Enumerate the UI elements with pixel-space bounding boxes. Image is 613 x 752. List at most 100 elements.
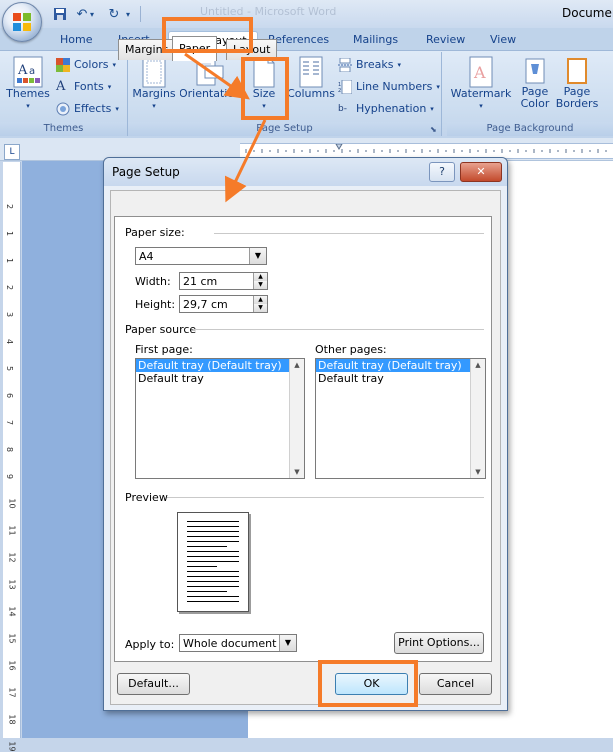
width-label: Width: <box>135 275 171 288</box>
print-options-button[interactable]: Print Options... <box>394 632 484 654</box>
size-icon <box>253 56 275 88</box>
office-logo-icon <box>13 13 31 31</box>
scroll-down-icon[interactable]: ▼ <box>290 466 304 478</box>
columns-button[interactable]: Columns <box>287 56 335 100</box>
width-field[interactable]: 21 cm ▲ ▼ <box>179 272 268 290</box>
tab-home[interactable]: Home <box>50 31 102 49</box>
scroll-up-icon[interactable]: ▲ <box>290 359 304 371</box>
tab-mailings[interactable]: Mailings <box>343 31 408 49</box>
ruler-number: 12 <box>7 552 17 563</box>
preview-text-line <box>187 586 239 587</box>
ruler-number: 11 <box>7 525 17 536</box>
ok-button[interactable]: OK <box>335 673 408 695</box>
paper-size-select[interactable]: A4 ▼ <box>135 247 267 265</box>
themes-button[interactable]: A a Themes ▾ <box>6 56 50 112</box>
effects-button[interactable]: Effects ▾ <box>56 99 119 119</box>
apply-to-select[interactable]: Whole document ▼ <box>179 634 297 652</box>
ruler-number: 1 <box>5 257 15 264</box>
hyphenation-button[interactable]: b- Hyphenation ▾ <box>338 99 434 119</box>
chevron-down-icon[interactable]: ▼ <box>249 248 266 264</box>
margins-dropdown-icon: ▾ <box>152 102 156 110</box>
orientation-button[interactable]: Orientation <box>180 56 240 100</box>
tab-review[interactable]: Review <box>416 31 475 49</box>
chevron-down-icon[interactable]: ▼ <box>279 635 296 651</box>
scroll-up-icon[interactable]: ▲ <box>471 359 485 371</box>
scrollbar[interactable]: ▲ ▼ <box>470 359 485 478</box>
other-pages-list[interactable]: Default tray (Default tray) Default tray… <box>315 358 486 479</box>
orientation-label: Orientation <box>180 87 240 100</box>
list-item[interactable]: Default tray <box>316 372 485 385</box>
spin-up-icon[interactable]: ▲ <box>253 296 267 304</box>
preview-text-line <box>187 546 227 547</box>
ruler-number: 9 <box>5 473 15 480</box>
breaks-button[interactable]: Breaks ▾ <box>338 55 401 75</box>
horizontal-ruler-ticks <box>245 143 607 153</box>
line-numbers-dropdown-icon: ▾ <box>436 83 440 91</box>
list-item[interactable]: Default tray (Default tray) <box>316 359 485 372</box>
undo-dropdown-icon[interactable]: ▾ <box>88 6 96 22</box>
list-item[interactable]: Default tray (Default tray) <box>136 359 304 372</box>
ruler-number: 7 <box>5 419 15 426</box>
themes-dropdown-icon: ▾ <box>26 102 30 110</box>
help-button[interactable]: ? <box>429 162 455 182</box>
width-value: 21 cm <box>183 275 218 288</box>
ruler-number: 2 <box>5 284 15 291</box>
line-numbers-button[interactable]: 12 Line Numbers ▾ <box>338 77 440 97</box>
size-button[interactable]: Size ▾ <box>245 56 283 112</box>
margins-button[interactable]: Margins ▾ <box>131 56 177 112</box>
page-color-button[interactable]: Page Color <box>515 56 555 110</box>
ruler-number: 19 <box>7 741 17 752</box>
page-borders-label-2: Borders <box>555 97 599 110</box>
preview-text-line <box>187 541 239 542</box>
paper-size-label: Paper size: <box>125 226 185 239</box>
preview-text-line <box>187 576 239 577</box>
save-icon[interactable] <box>52 6 68 22</box>
page-setup-dialog-launcher-icon[interactable]: ⬊ <box>430 125 439 134</box>
dialog-tab-paper[interactable]: Paper <box>172 36 218 61</box>
window-title: Document <box>562 6 613 20</box>
svg-text:2: 2 <box>338 88 341 94</box>
preview-page <box>177 512 249 612</box>
customize-qat-icon[interactable]: ▾ <box>124 6 132 22</box>
colors-button[interactable]: Colors ▾ <box>56 55 116 75</box>
colors-dropdown-icon: ▾ <box>112 61 116 69</box>
preview-text-line <box>187 581 239 582</box>
list-item[interactable]: Default tray <box>136 372 304 385</box>
ruler-number: 2 <box>5 203 15 210</box>
spin-down-icon[interactable]: ▼ <box>253 281 267 289</box>
preview-text-line <box>187 521 239 522</box>
preview-text-line <box>187 536 239 537</box>
close-button[interactable]: ✕ <box>460 162 502 182</box>
ruler-number: 10 <box>7 498 17 509</box>
page-borders-button[interactable]: Page Borders <box>556 56 598 110</box>
line-numbers-label: Line Numbers <box>356 80 433 93</box>
redo-icon[interactable]: ↻ <box>106 6 122 22</box>
line-numbers-icon: 12 <box>338 80 352 94</box>
preview-text-line <box>187 596 239 597</box>
spin-up-icon[interactable]: ▲ <box>253 273 267 281</box>
fonts-button[interactable]: A Fonts ▾ <box>56 77 111 97</box>
svg-text:A: A <box>473 63 486 82</box>
dialog-title: Page Setup <box>112 165 180 179</box>
scrollbar[interactable]: ▲ ▼ <box>289 359 304 478</box>
scroll-down-icon[interactable]: ▼ <box>471 466 485 478</box>
preview-text-line <box>187 591 227 592</box>
ruler-number: 14 <box>7 606 17 617</box>
vertical-ruler[interactable]: 2 1 1 2 3 4 5 6 7 8 9 10 11 12 13 14 15 16 17 18 19 <box>3 162 21 752</box>
breaks-icon <box>338 58 352 72</box>
dialog-tab-layout[interactable]: Layout <box>226 39 278 60</box>
tab-view[interactable]: View <box>480 31 526 49</box>
watermark-button[interactable]: A Watermark ▾ <box>450 56 512 112</box>
default-button[interactable]: Default... <box>117 673 190 695</box>
spin-down-icon[interactable]: ▼ <box>253 304 267 312</box>
tab-selector-icon[interactable]: L <box>4 144 20 160</box>
height-field[interactable]: 29,7 cm ▲ ▼ <box>179 295 268 313</box>
dialog-tab-margins[interactable]: Margins <box>118 39 176 60</box>
effects-label: Effects <box>74 102 112 115</box>
watermark-icon: A <box>469 56 493 88</box>
cancel-button[interactable]: Cancel <box>419 673 492 695</box>
svg-text:A: A <box>17 63 28 78</box>
first-page-list[interactable]: Default tray (Default tray) Default tray… <box>135 358 305 479</box>
ruler-number: 5 <box>5 365 15 372</box>
office-button[interactable] <box>2 2 42 42</box>
